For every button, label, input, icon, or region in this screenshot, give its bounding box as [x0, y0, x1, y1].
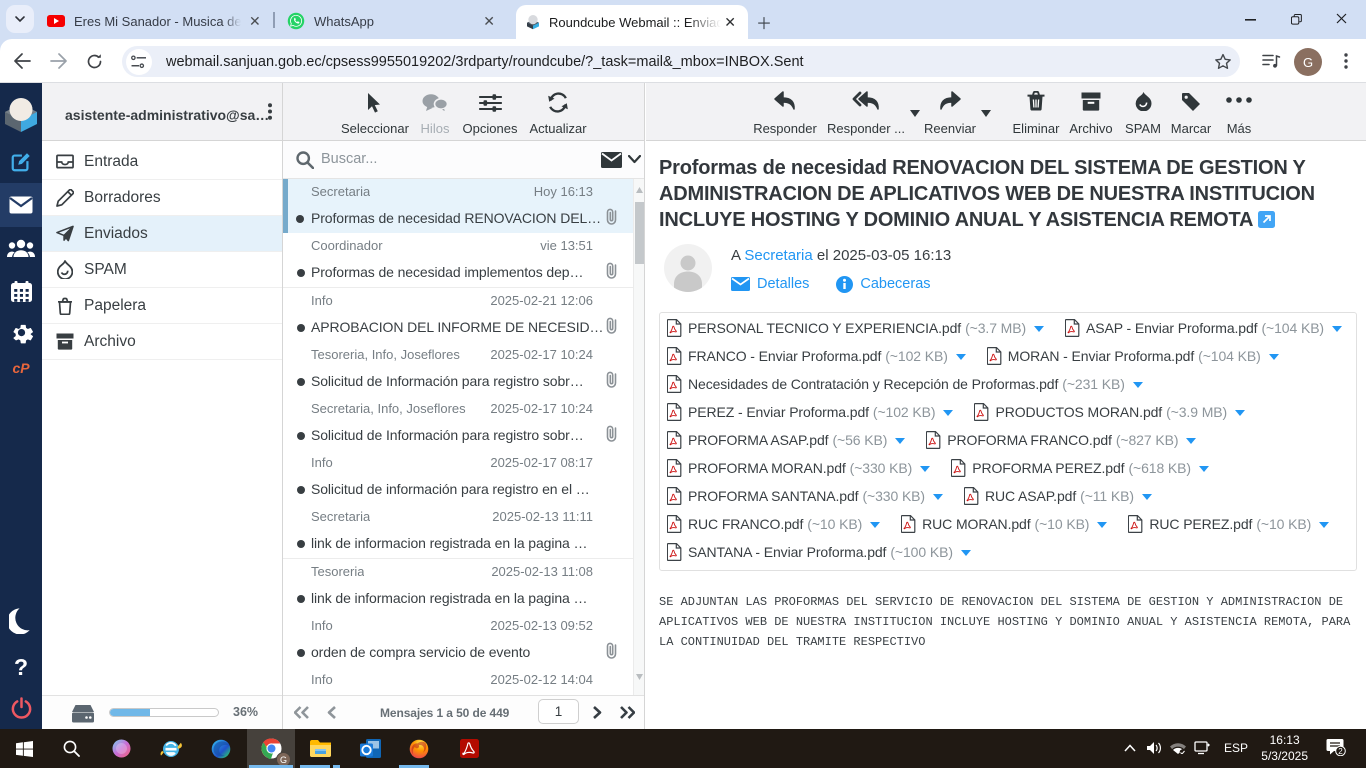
- svg-text:2: 2: [1338, 747, 1343, 756]
